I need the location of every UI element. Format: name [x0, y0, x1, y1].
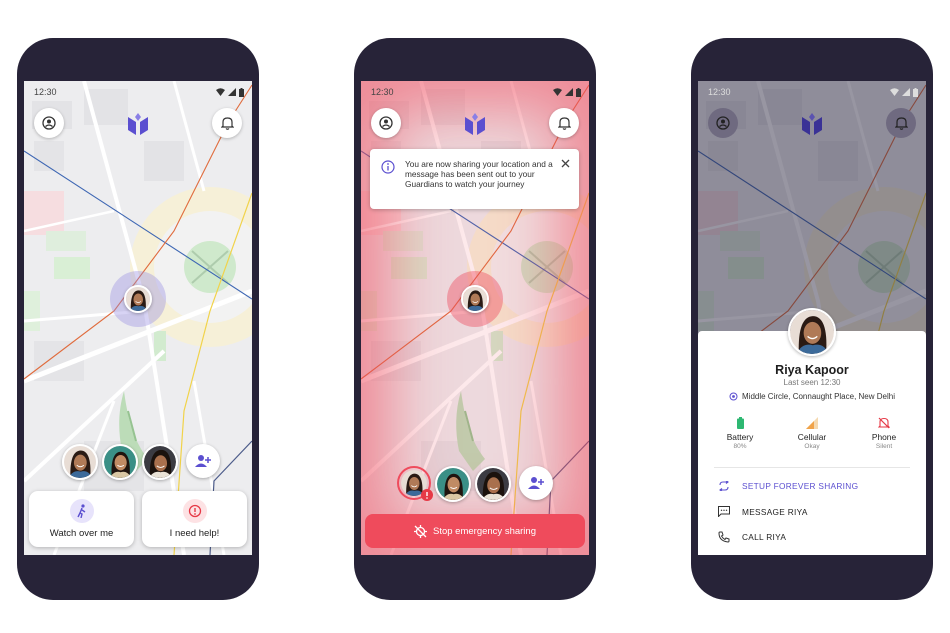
message-riya-label: MESSAGE RIYA — [742, 506, 808, 517]
device-stats: Battery 80% Cellular Okay Phone Silent — [710, 417, 914, 450]
user-emergency-avatar[interactable] — [397, 466, 433, 501]
setup-forever-sharing-label: SETUP FOREVER SHARING — [742, 481, 859, 491]
status-time: 12:30 — [708, 87, 731, 97]
watch-over-me-label: Watch over me — [49, 528, 114, 539]
phone-1-screen: 12:30 Watch over me I need help! — [24, 81, 252, 555]
profile-button[interactable] — [34, 108, 64, 138]
stat-cellular: Cellular Okay — [782, 417, 842, 450]
stop-emergency-sharing-button[interactable]: Stop emergency sharing — [365, 514, 585, 548]
profile-avatar — [788, 308, 836, 356]
app-logo-icon — [802, 113, 822, 135]
message-icon — [718, 506, 730, 517]
stat-label: Phone — [871, 432, 897, 442]
need-help-label: I need help! — [169, 528, 220, 539]
user-avatar — [124, 285, 152, 313]
battery-icon — [239, 87, 244, 97]
divider — [714, 467, 910, 468]
last-seen: Last seen 12:30 — [783, 378, 841, 387]
location-pin-icon — [729, 392, 738, 401]
call-riya-label: CALL RIYA — [742, 532, 787, 542]
guardian-avatars — [397, 466, 553, 502]
stat-phone: Phone Silent — [854, 417, 914, 450]
status-bar: 12:30 — [708, 86, 918, 98]
wifi-icon — [890, 88, 899, 96]
signal-icon — [902, 88, 910, 96]
setup-forever-sharing-button[interactable]: SETUP FOREVER SHARING — [718, 481, 858, 491]
need-help-button[interactable]: I need help! — [142, 491, 247, 547]
stat-label: Battery — [726, 432, 754, 442]
add-guardian-button[interactable] — [519, 466, 553, 500]
status-time: 12:30 — [371, 87, 394, 97]
close-icon[interactable] — [561, 159, 570, 168]
battery-icon — [913, 87, 918, 97]
add-person-icon — [528, 477, 544, 489]
walking-person-icon — [76, 504, 85, 518]
stat-battery: Battery 80% — [710, 417, 770, 450]
alert-icon — [188, 504, 201, 518]
sharing-notification-text: You are now sharing your location and a … — [405, 159, 553, 189]
add-person-icon — [195, 455, 211, 467]
app-logo-icon — [465, 113, 485, 135]
guardian-avatars — [62, 444, 220, 480]
help-icon-wrap — [182, 499, 207, 523]
watch-over-me-button[interactable]: Watch over me — [29, 491, 134, 547]
profile-icon — [379, 116, 393, 130]
signal-icon — [565, 88, 573, 96]
message-riya-button[interactable]: MESSAGE RIYA — [718, 506, 808, 517]
notifications-button[interactable] — [886, 108, 916, 138]
bell-icon — [220, 117, 234, 130]
phone-3: 12:30 Riya Kapoor Last seen 12:30 Middle… — [691, 38, 933, 600]
guardian-avatar[interactable] — [62, 444, 98, 480]
phone-2: 12:30 You are now sharing your location … — [354, 38, 596, 600]
stat-value: Okay — [804, 443, 820, 450]
status-bar: 12:30 — [371, 86, 581, 98]
repeat-icon — [719, 481, 729, 491]
add-guardian-button[interactable] — [186, 444, 220, 478]
notifications-button[interactable] — [549, 108, 579, 138]
guardian-avatar[interactable] — [102, 444, 138, 480]
location-text: Middle Circle, Connaught Place, New Delh… — [742, 392, 895, 401]
watch-icon-wrap — [69, 499, 94, 523]
notifications-button[interactable] — [212, 108, 242, 138]
profile-sheet: Riya Kapoor Last seen 12:30 Middle Circl… — [698, 308, 926, 555]
stat-label: Cellular — [797, 432, 827, 442]
silent-bell-icon — [878, 417, 890, 429]
info-icon — [381, 160, 395, 174]
user-avatar — [461, 285, 489, 313]
alert-badge-icon — [421, 489, 433, 501]
phone-2-screen: 12:30 You are now sharing your location … — [361, 81, 589, 555]
phone-icon — [718, 531, 730, 543]
profile-icon — [716, 116, 730, 130]
user-location-marker[interactable] — [110, 271, 166, 327]
location-off-icon — [414, 524, 427, 538]
user-location-marker[interactable] — [447, 271, 503, 327]
bell-icon — [557, 117, 571, 130]
call-riya-button[interactable]: CALL RIYA — [718, 531, 786, 543]
profile-button[interactable] — [708, 108, 738, 138]
stat-value: 80% — [733, 443, 747, 450]
status-time: 12:30 — [34, 87, 57, 97]
profile-icon — [42, 116, 56, 130]
wifi-icon — [216, 88, 225, 96]
profile-button[interactable] — [371, 108, 401, 138]
phone-1: 12:30 Watch over me I need help! — [17, 38, 259, 600]
battery-level-icon — [736, 417, 744, 429]
guardian-avatar[interactable] — [142, 444, 178, 480]
sharing-notification: You are now sharing your location and a … — [370, 149, 579, 209]
guardian-avatar[interactable] — [475, 466, 511, 502]
app-logo-icon — [128, 113, 148, 135]
location-row: Middle Circle, Connaught Place, New Delh… — [698, 392, 926, 401]
stop-emergency-label: Stop emergency sharing — [433, 525, 536, 537]
bell-icon — [894, 117, 908, 130]
status-bar: 12:30 — [34, 86, 244, 98]
guardian-avatar[interactable] — [435, 466, 471, 502]
cellular-signal-icon — [806, 417, 818, 429]
profile-name: Riya Kapoor — [775, 363, 849, 377]
phone-3-screen: 12:30 Riya Kapoor Last seen 12:30 Middle… — [698, 81, 926, 555]
signal-icon — [228, 88, 236, 96]
wifi-icon — [553, 88, 562, 96]
stat-value: Silent — [875, 443, 893, 450]
battery-icon — [576, 87, 581, 97]
